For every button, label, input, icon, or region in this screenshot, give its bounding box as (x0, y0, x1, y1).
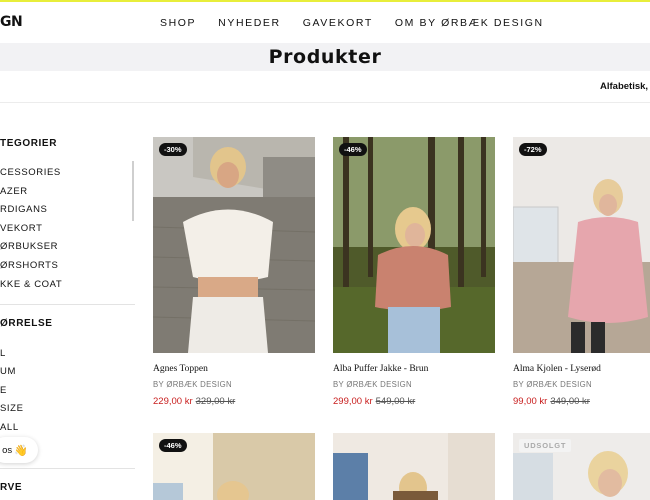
product-card[interactable]: -30% Agnes Toppen BY ØRBÆK DESIGN 229,00… (153, 137, 315, 407)
filter-category-cardigans[interactable]: RDIGANS (0, 204, 47, 215)
product-image[interactable]: -30% (153, 137, 315, 353)
filter-size-1[interactable]: L (0, 348, 6, 359)
discount-badge: -46% (339, 143, 367, 156)
chat-widget[interactable]: os 👋 (0, 437, 38, 463)
filter-category-flaeskoerbukser[interactable]: ØRBUKSER (0, 241, 58, 252)
filter-heading-categories[interactable]: TEGORIER (0, 138, 57, 149)
waving-hand-icon: 👋 (14, 444, 28, 457)
sort-dropdown[interactable]: Alfabetisk, A (600, 81, 650, 92)
filter-category-gavekort[interactable]: VEKORT (0, 223, 43, 234)
discount-badge: -30% (159, 143, 187, 156)
nav-shop[interactable]: SHOP (160, 17, 196, 29)
filter-size-2[interactable]: UM (0, 366, 16, 377)
product-brand: BY ØRBÆK DESIGN (333, 380, 412, 389)
sale-price: 229,00 kr (153, 396, 193, 407)
product-brand: BY ØRBÆK DESIGN (153, 380, 232, 389)
product-image[interactable] (333, 433, 495, 500)
sidebar-divider (0, 468, 135, 469)
filter-category-jakke-coat[interactable]: KKE & COAT (0, 279, 62, 290)
nav-nyheder[interactable]: NYHEDER (218, 17, 281, 29)
product-card[interactable]: -46% (153, 433, 315, 500)
original-price: 349,00 kr (550, 396, 590, 407)
filter-heading-color[interactable]: RVE (0, 482, 22, 493)
product-name[interactable]: Agnes Toppen (153, 364, 208, 374)
product-card[interactable] (333, 433, 495, 500)
filter-heading-size[interactable]: ØRRELSE (0, 318, 53, 329)
nav-om[interactable]: OM BY ØRBÆK DESIGN (395, 17, 544, 29)
product-price: 229,00 kr 329,00 kr (153, 396, 235, 407)
product-image[interactable]: -46% (333, 137, 495, 353)
chat-label: os (2, 444, 13, 456)
product-price: 299,00 kr 549,00 kr (333, 396, 415, 407)
product-name[interactable]: Alba Puffer Jakke - Brun (333, 364, 428, 374)
main-nav: SHOP NYHEDER GAVEKORT OM BY ØRBÆK DESIGN (160, 17, 566, 29)
sidebar-divider (0, 304, 135, 305)
page-title: Produkter (268, 46, 382, 68)
filter-category-accessories[interactable]: CESSORIES (0, 167, 61, 178)
product-brand: BY ØRBÆK DESIGN (513, 380, 592, 389)
filter-category-blazer[interactable]: AZER (0, 186, 28, 197)
discount-badge: -46% (159, 439, 187, 452)
nav-gavekort[interactable]: GAVEKORT (303, 17, 373, 29)
title-band: Produkter (0, 43, 650, 71)
discount-badge: -72% (519, 143, 547, 156)
sale-price: 299,00 kr (333, 396, 373, 407)
sold-out-badge: UDSOLGT (519, 439, 572, 452)
filter-size-3[interactable]: E (0, 385, 7, 396)
filter-size-4[interactable]: SIZE (0, 403, 24, 414)
filter-size-5[interactable]: ALL (0, 422, 19, 433)
accent-line (0, 0, 650, 2)
category-scrollbar[interactable] (132, 161, 134, 221)
divider (0, 102, 650, 103)
original-price: 549,00 kr (375, 396, 416, 407)
product-card[interactable]: -46% Alba Puffer Jakke - Brun BY ØRBÆK D… (333, 137, 495, 407)
product-image[interactable]: -72% (513, 137, 650, 353)
product-card[interactable]: -72% Alma Kjolen - Lyserød BY ØRBÆK DESI… (513, 137, 650, 407)
site-logo[interactable]: GN (0, 14, 23, 30)
sale-price: 99,00 kr (513, 396, 548, 407)
filter-category-shorts[interactable]: ØRSHORTS (0, 260, 58, 271)
product-name[interactable]: Alma Kjolen - Lyserød (513, 364, 601, 374)
product-price: 99,00 kr 349,00 kr (513, 396, 590, 407)
original-price: 329,00 kr (195, 396, 236, 407)
product-card[interactable]: UDSOLGT (513, 433, 650, 500)
